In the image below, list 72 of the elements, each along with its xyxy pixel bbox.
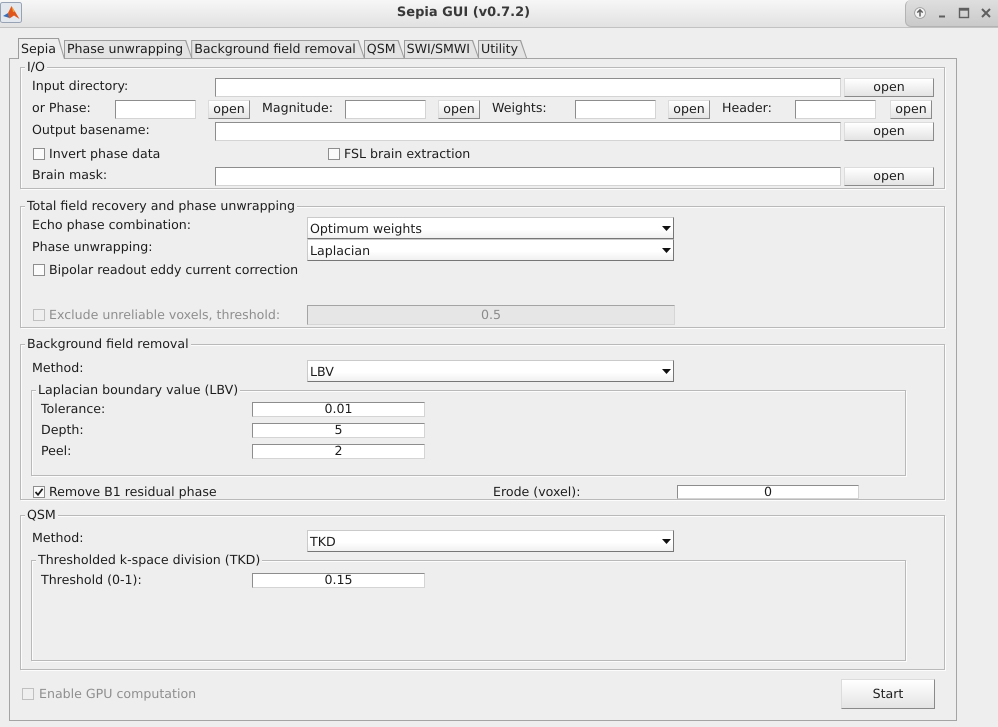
tab[interactable]: Utility (478, 40, 528, 58)
field-label: Threshold (0-1): (41, 572, 142, 588)
dropdown[interactable]: LBV (307, 360, 674, 382)
field-label: Depth: (41, 422, 84, 438)
field-label: Header: (722, 100, 772, 116)
group-title: Thresholded k-space division (TKD) (36, 552, 262, 568)
number-field[interactable]: 0.15 (252, 572, 425, 588)
checkbox-label: Enable GPU computation (39, 686, 196, 702)
input-field[interactable] (115, 100, 196, 119)
input-field[interactable] (345, 100, 426, 119)
open-button[interactable]: open (844, 167, 934, 186)
checkbox[interactable] (33, 264, 45, 276)
group-title: I/O (25, 59, 47, 75)
field-label: or Phase: (32, 100, 91, 116)
checkbox-label: Exclude unreliable voxels, threshold: (49, 307, 280, 323)
group-title: Background field removal (25, 336, 191, 352)
field-label: Brain mask: (32, 167, 108, 183)
field-label: Erode (voxel): (493, 484, 580, 500)
field-label: Peel: (41, 443, 72, 459)
open-button[interactable]: open (438, 100, 480, 119)
input-field[interactable] (575, 100, 656, 119)
input-field[interactable] (795, 100, 876, 119)
open-button[interactable]: open (890, 100, 932, 119)
group-title: Laplacian boundary value (LBV) (36, 382, 240, 398)
open-button[interactable]: open (844, 122, 934, 141)
tab[interactable]: SWI/SMWI (404, 40, 480, 58)
open-button[interactable]: open (668, 100, 710, 119)
number-field[interactable]: 5 (252, 422, 425, 438)
checkbox-label: Remove B1 residual phase (49, 484, 217, 500)
checkbox[interactable] (328, 148, 340, 160)
dropdown[interactable]: TKD (307, 530, 674, 552)
number-field[interactable]: 0 (677, 485, 859, 499)
tab[interactable]: Sepia (18, 38, 65, 59)
field-label: Input directory: (32, 78, 128, 94)
field-label: Method: (32, 360, 84, 376)
tab[interactable]: Background field removal (191, 40, 365, 58)
field-label: Tolerance: (41, 401, 106, 417)
input-field[interactable] (215, 78, 841, 97)
dropdown[interactable]: Optimum weights (307, 217, 674, 239)
checkbox[interactable] (33, 148, 45, 160)
field-label: Output basename: (32, 122, 150, 138)
tick-icon (34, 487, 44, 497)
dropdown[interactable]: Laplacian (307, 239, 674, 261)
caret-icon (662, 538, 671, 544)
field-label: Echo phase combination: (32, 217, 192, 233)
caret-icon (662, 248, 671, 252)
checkbox-label: Bipolar readout eddy current correction (49, 262, 298, 278)
start-button[interactable]: Start (841, 679, 935, 709)
group-title: QSM (25, 507, 58, 523)
field-label: Method: (32, 530, 84, 546)
number-field[interactable]: 0.01 (252, 402, 425, 416)
input-field[interactable] (215, 122, 841, 141)
field-label: Weights: (492, 100, 547, 116)
close-icon[interactable] (980, 7, 992, 19)
checkbox[interactable] (33, 486, 45, 498)
input-field[interactable] (215, 167, 841, 186)
number-field[interactable]: 2 (252, 444, 425, 458)
tab[interactable]: Phase unwrapping (64, 40, 192, 58)
checkbox-label: Invert phase data (49, 146, 160, 162)
caret-icon (662, 368, 671, 374)
window-title: Sepia GUI (v0.7.2) (396, 4, 530, 22)
open-button[interactable]: open (844, 78, 934, 97)
up-arrow-icon[interactable] (914, 7, 926, 19)
group-title: Total field recovery and phase unwrapping (25, 198, 298, 214)
field-label: Magnitude: (262, 100, 333, 116)
field-label: Phase unwrapping: (32, 239, 152, 255)
open-button[interactable]: open (208, 100, 250, 119)
caret-icon (662, 226, 671, 230)
checkbox-label: FSL brain extraction (344, 146, 470, 162)
peak-logo-icon (0, 2, 22, 23)
maximize-icon[interactable] (958, 7, 970, 19)
tab[interactable]: QSM (364, 40, 405, 58)
